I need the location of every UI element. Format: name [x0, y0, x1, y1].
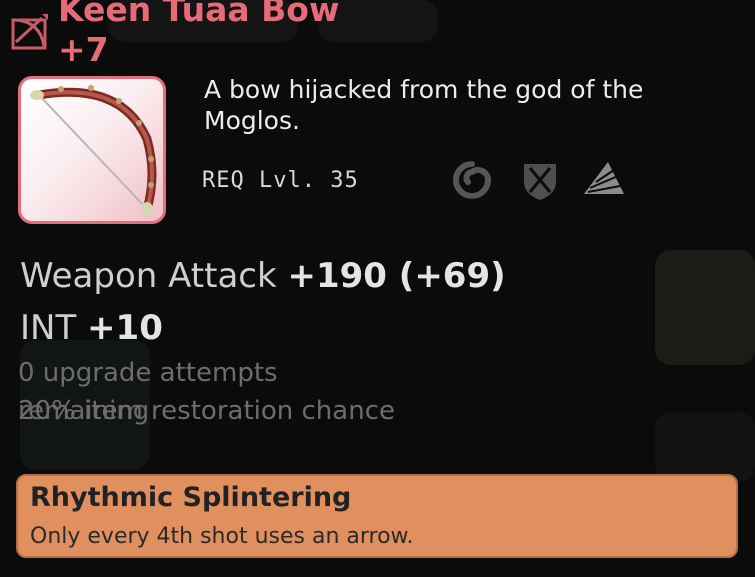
bow-class-icon: [11, 14, 48, 50]
level-requirement: REQ Lvl. 35: [202, 168, 359, 193]
int-label: INT: [20, 308, 77, 348]
int-value: +10: [87, 308, 163, 348]
item-description: A bow hijacked from the god of the Moglo…: [204, 75, 644, 135]
item-enhancement: +7: [58, 30, 109, 69]
int-stat: INT +10: [20, 308, 163, 348]
shield-icon: [524, 164, 556, 200]
weapon-attack-value: +190 (+69): [287, 256, 506, 296]
sail-icon: [584, 162, 624, 194]
bow-icon: [30, 85, 157, 216]
background-slot: [655, 412, 755, 482]
ability-description: Only every 4th shot uses an arrow.: [30, 524, 414, 549]
weapon-attack-label: Weapon Attack: [20, 256, 277, 296]
ability-box: Rhythmic Splintering Only every 4th shot…: [16, 474, 738, 558]
background-slot: [655, 250, 755, 365]
ability-name: Rhythmic Splintering: [30, 482, 352, 513]
wind-icon: [453, 161, 492, 199]
item-title: Keen Tuaa Bow +7: [58, 0, 478, 70]
item-image: [18, 76, 166, 224]
item-name: Keen Tuaa Bow: [58, 0, 340, 29]
restoration-chance-text: 20% item restoration chance: [18, 396, 395, 426]
weapon-attack-stat: Weapon Attack +190 (+69): [20, 256, 506, 296]
upgrade-attempts-text: 0 upgrade attempts: [18, 358, 278, 388]
